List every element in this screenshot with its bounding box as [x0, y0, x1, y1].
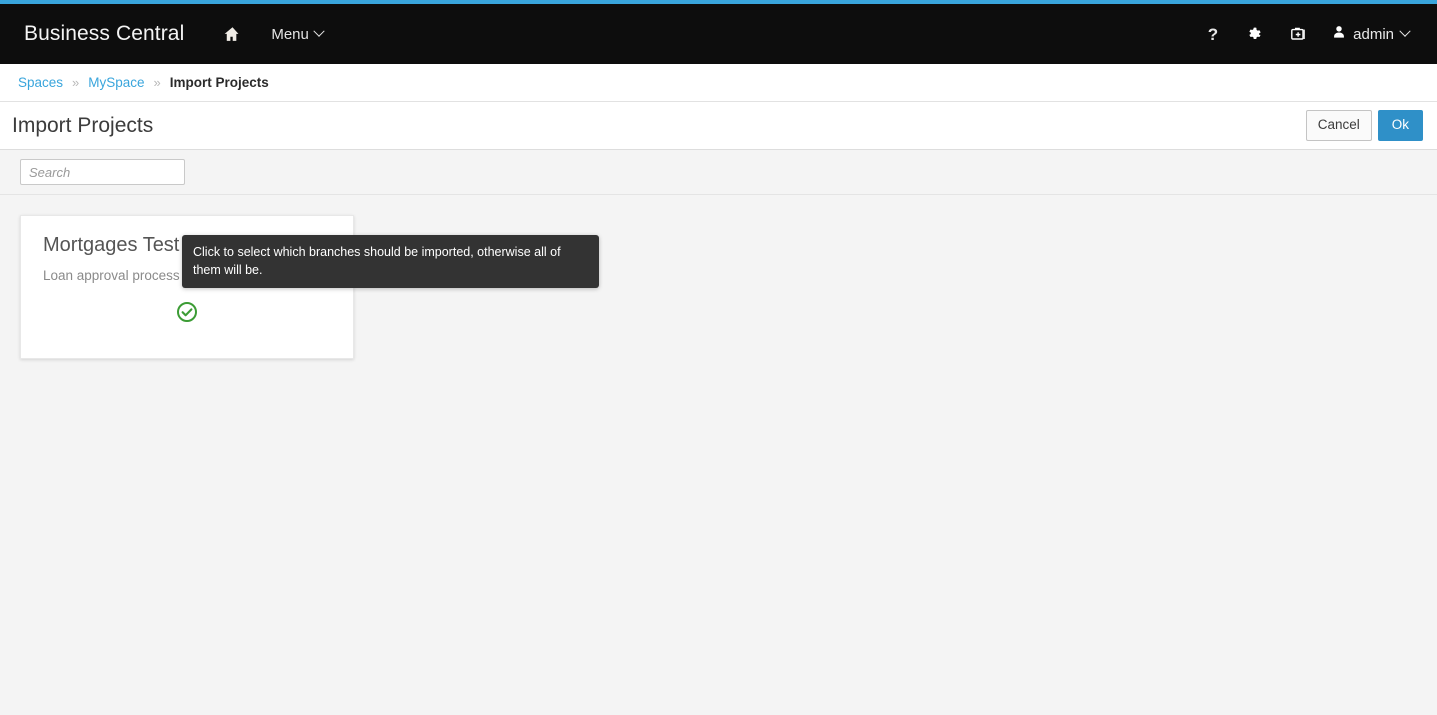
- menu-dropdown[interactable]: Menu: [261, 20, 333, 49]
- breadcrumb: Spaces » MySpace » Import Projects: [0, 64, 1437, 102]
- breadcrumb-separator: »: [153, 75, 161, 90]
- user-name-label: admin: [1353, 25, 1394, 43]
- gear-icon[interactable]: [1234, 20, 1274, 48]
- search-input[interactable]: [20, 159, 185, 185]
- chevron-down-icon: [1399, 25, 1411, 37]
- user-icon: [1332, 25, 1346, 43]
- project-status-row: [43, 301, 331, 323]
- navbar-left-group: Business Central Menu: [24, 20, 333, 49]
- breadcrumb-item-current: Import Projects: [169, 75, 269, 90]
- question-mark-icon[interactable]: ?: [1196, 20, 1230, 49]
- branch-tooltip: Click to select which branches should be…: [182, 235, 599, 289]
- project-title: Mortgages Test: [43, 234, 180, 256]
- circle-check-icon[interactable]: [176, 301, 198, 323]
- top-navbar: Business Central Menu ? admin: [0, 4, 1437, 64]
- briefcase-kit-icon[interactable]: [1278, 20, 1318, 48]
- page-title-bar: Import Projects Cancel Ok: [0, 102, 1437, 150]
- page-actions: Cancel Ok: [1305, 110, 1423, 141]
- breadcrumb-separator: »: [72, 75, 80, 90]
- chevron-down-icon: [313, 25, 325, 37]
- projects-area: Mortgages Test Loan approval process aut…: [0, 195, 1437, 715]
- ok-button[interactable]: Ok: [1377, 110, 1423, 141]
- breadcrumb-item-myspace[interactable]: MySpace: [88, 75, 144, 90]
- page-title: Import Projects: [12, 113, 154, 137]
- menu-label: Menu: [271, 25, 309, 43]
- search-toolbar: [0, 150, 1437, 195]
- cancel-button[interactable]: Cancel: [1305, 110, 1372, 141]
- user-menu[interactable]: admin: [1322, 19, 1415, 49]
- breadcrumb-item-spaces[interactable]: Spaces: [18, 75, 63, 90]
- navbar-right-group: ? admin: [1196, 19, 1415, 49]
- app-brand-title[interactable]: Business Central: [24, 22, 184, 46]
- home-icon[interactable]: [214, 20, 251, 49]
